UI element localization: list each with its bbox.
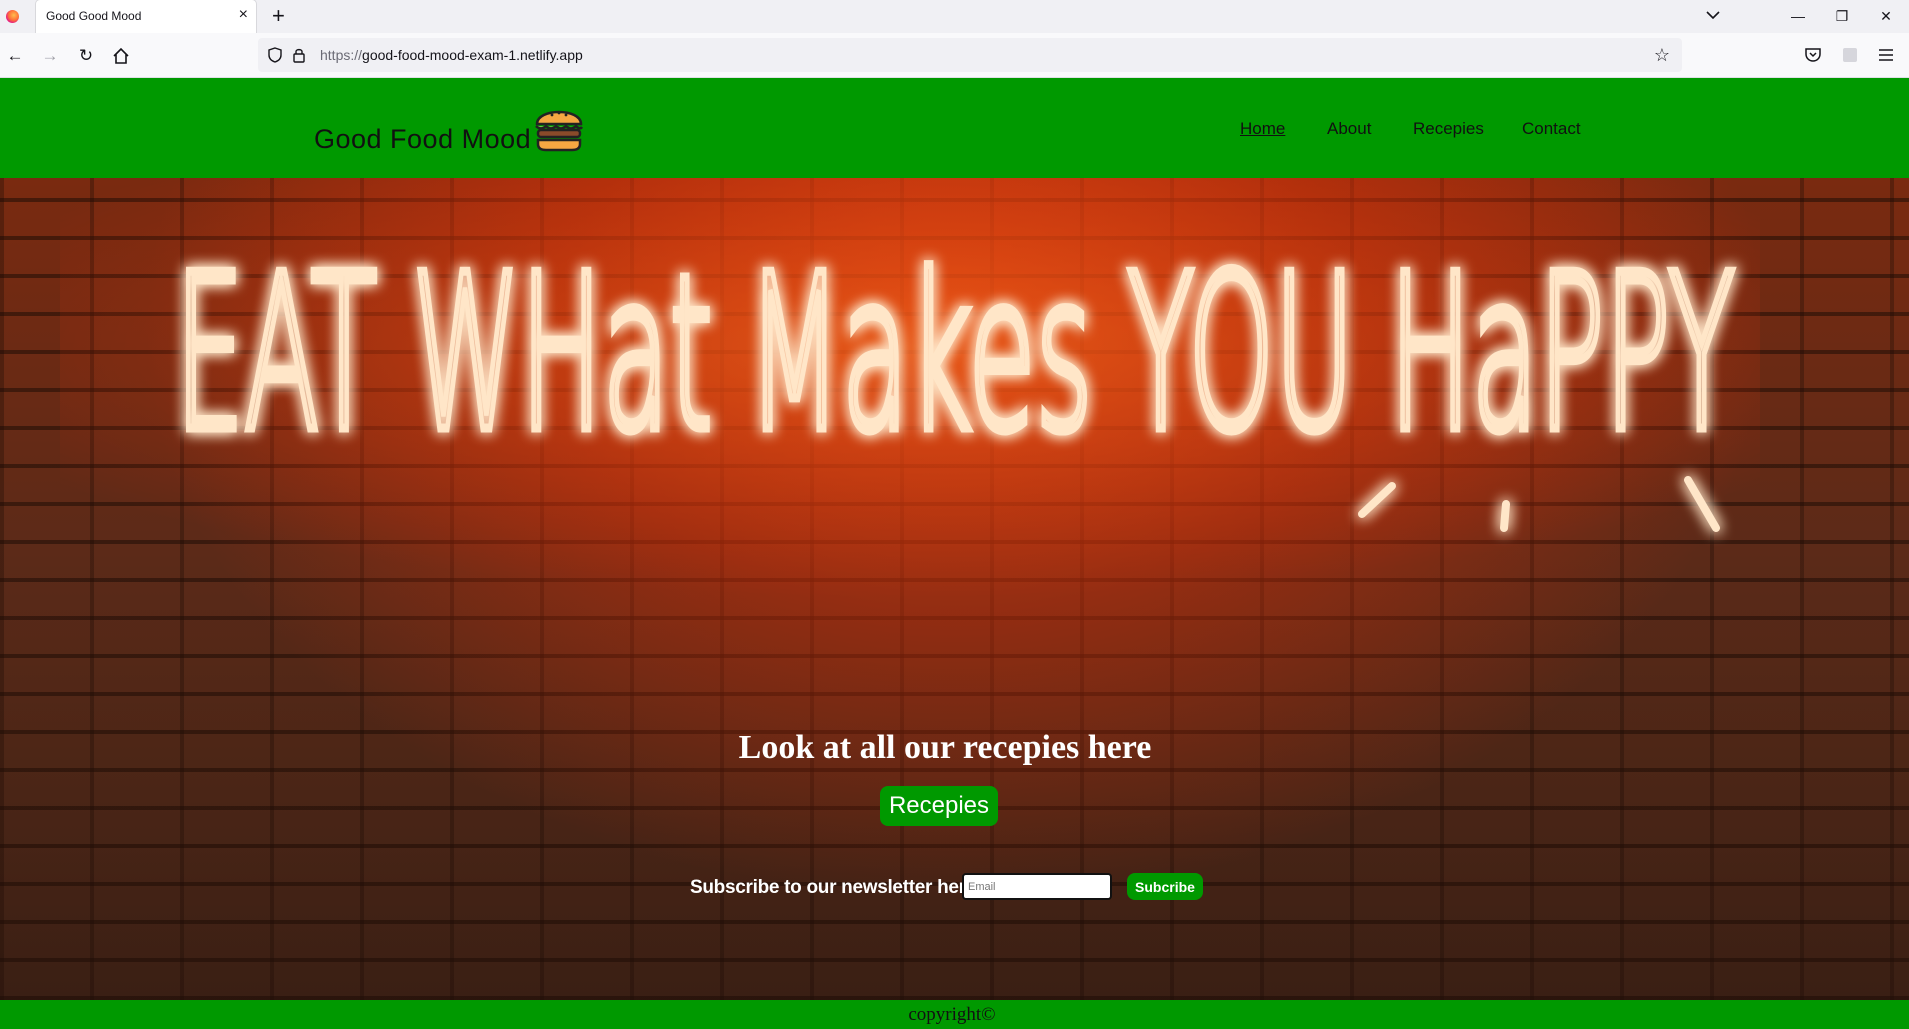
menu-icon[interactable] xyxy=(1876,45,1896,65)
pocket-icon[interactable] xyxy=(1803,45,1823,65)
extensions-icon[interactable] xyxy=(1840,45,1860,65)
browser-tab[interactable]: Good Good Mood × xyxy=(36,0,256,33)
browser-toolbar: ← → ↻ https://good-food-mood-exam-1.netl… xyxy=(0,33,1909,78)
minimize-icon[interactable]: — xyxy=(1786,5,1810,27)
firefox-logo-icon xyxy=(6,10,19,23)
footer-copyright: copyright© xyxy=(908,1004,996,1025)
site-brand[interactable]: Good Food Mood xyxy=(314,124,531,155)
hero-heading: Look at all our recepies here xyxy=(738,729,1152,766)
tab-list-icon[interactable] xyxy=(1704,5,1722,25)
hero-section: EAT WHat Makes YOU HaPPY Look at all our… xyxy=(0,178,1909,1000)
tab-title: Good Good Mood xyxy=(46,9,142,23)
reload-icon[interactable]: ↻ xyxy=(74,44,98,68)
lock-icon[interactable] xyxy=(292,47,306,63)
back-icon[interactable]: ← xyxy=(3,44,27,68)
newsletter-label: Subscribe to our newsletter here: xyxy=(690,877,983,898)
neon-sign-text: EAT WHat Makes YOU HaPPY xyxy=(175,228,1735,479)
nav-link-contact[interactable]: Contact xyxy=(1522,119,1581,139)
newsletter-form: Subscribe to our newsletter here: Subcri… xyxy=(0,873,1909,905)
browser-tab-bar: Good Good Mood × + — ❐ ✕ xyxy=(0,0,1909,33)
site-footer: copyright© xyxy=(0,1000,1909,1029)
close-icon[interactable]: ✕ xyxy=(1874,5,1898,27)
burger-icon xyxy=(535,110,584,152)
url-text[interactable]: https://good-food-mood-exam-1.netlify.ap… xyxy=(320,47,583,63)
nav-link-home[interactable]: Home xyxy=(1240,119,1285,139)
star-icon[interactable]: ☆ xyxy=(1654,45,1670,65)
shield-icon[interactable] xyxy=(268,47,282,63)
nav-link-about[interactable]: About xyxy=(1327,119,1371,139)
email-input[interactable] xyxy=(962,873,1112,900)
forward-icon[interactable]: → xyxy=(38,44,62,68)
site-header: Good Food Mood Home About Recepies Conta… xyxy=(0,78,1909,178)
subscribe-button[interactable]: Subcribe xyxy=(1127,873,1203,900)
restore-icon[interactable]: ❐ xyxy=(1830,5,1854,27)
new-tab-icon[interactable]: + xyxy=(272,3,285,29)
web-page: Good Food Mood Home About Recepies Conta… xyxy=(0,78,1909,1029)
address-bar[interactable]: https://good-food-mood-exam-1.netlify.ap… xyxy=(258,38,1682,72)
url-host: good-food-mood-exam-1.netlify.app xyxy=(362,47,583,63)
recepies-button[interactable]: Recepies xyxy=(880,786,998,826)
neon-sign-image: EAT WHat Makes YOU HaPPY xyxy=(60,178,1760,598)
home-icon[interactable] xyxy=(110,45,132,67)
tab-close-icon[interactable]: × xyxy=(239,6,248,24)
url-protocol: https:// xyxy=(320,47,363,63)
nav-link-recepies[interactable]: Recepies xyxy=(1413,119,1484,139)
